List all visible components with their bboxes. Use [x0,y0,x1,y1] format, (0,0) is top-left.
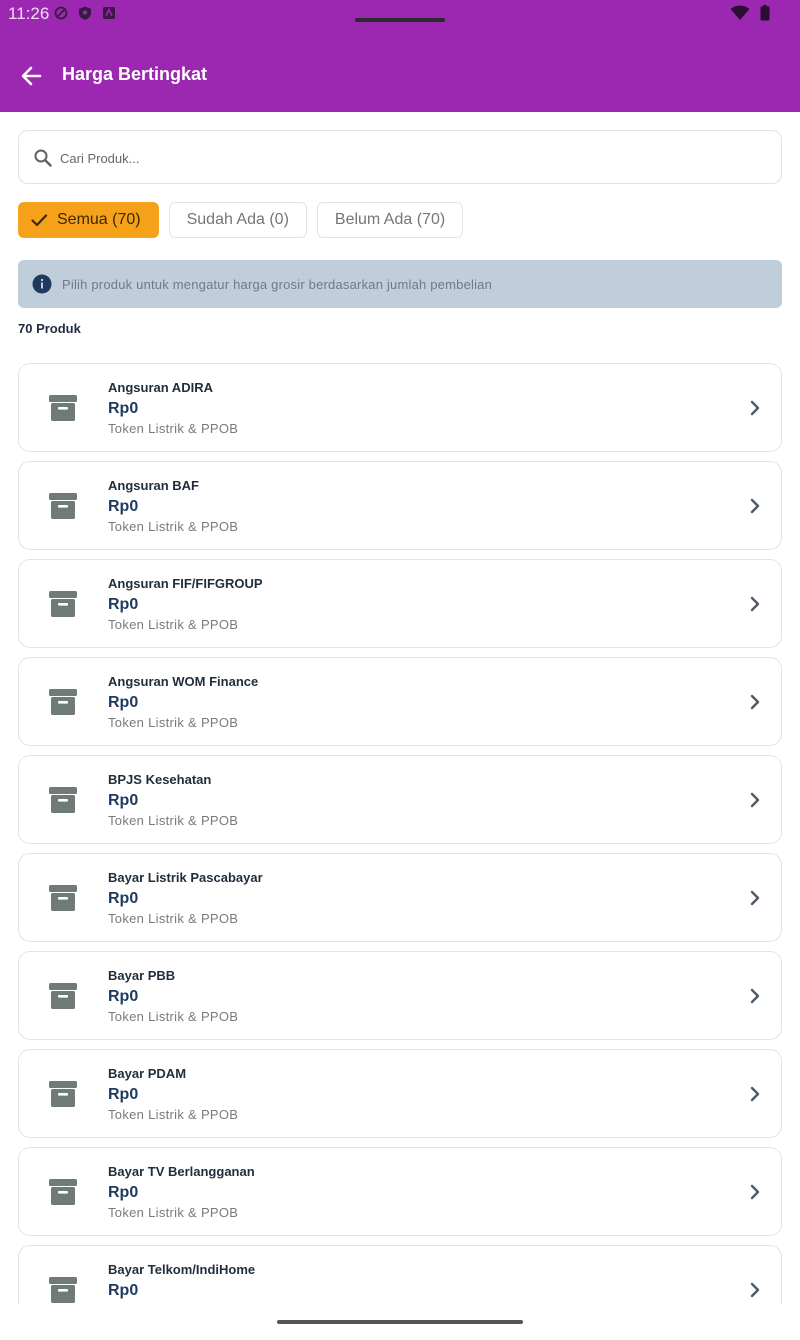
product-category: Token Listrik & PPOB [108,1107,239,1122]
product-card[interactable]: Angsuran WOM Finance Rp0 Token Listrik &… [18,657,782,746]
chevron-right-icon [750,1282,760,1298]
product-price: Rp0 [108,1086,139,1103]
product-card[interactable]: Bayar PDAM Rp0 Token Listrik & PPOB [18,1049,782,1138]
chevron-right-icon [750,890,760,906]
do-not-disturb-icon [54,6,68,20]
archive-box-icon [49,591,77,617]
filter-chips: Semua (70) Sudah Ada (0) Belum Ada (70) [18,202,464,238]
product-name: Bayar Listrik Pascabayar [108,870,263,885]
product-card[interactable]: BPJS Kesehatan Rp0 Token Listrik & PPOB [18,755,782,844]
chevron-right-icon [750,792,760,808]
info-banner: Pilih produk untuk mengatur harga grosir… [18,260,782,308]
product-price: Rp0 [108,792,139,809]
product-price: Rp0 [108,596,139,613]
product-category: Token Listrik & PPOB [108,519,239,534]
app-badge-icon [102,6,116,20]
chevron-right-icon [750,988,760,1004]
product-name: Angsuran BAF [108,478,199,493]
product-category: Token Listrik & PPOB [108,617,239,632]
page-title: Harga Bertingkat [62,64,208,84]
status-notification-icons [54,6,116,20]
status-system-icons [730,5,770,26]
product-name: Angsuran WOM Finance [108,674,259,689]
search-icon [34,149,52,167]
camera-notch [355,18,445,22]
info-banner-text: Pilih produk untuk mengatur harga grosir… [62,276,493,292]
archive-box-icon [49,1179,77,1205]
product-price: Rp0 [108,890,139,907]
product-card[interactable]: Bayar Telkom/IndiHome Rp0 Token Listrik … [18,1245,782,1304]
status-bar: 11:26 [0,0,800,28]
product-card[interactable]: Angsuran ADIRA Rp0 Token Listrik & PPOB [18,363,782,452]
product-category: Token Listrik & PPOB [108,715,239,730]
product-price: Rp0 [108,1282,139,1299]
product-category: Token Listrik & PPOB [108,813,239,828]
product-price: Rp0 [108,694,139,711]
info-icon [32,274,52,294]
product-category: Token Listrik & PPOB [108,1303,238,1304]
archive-box-icon [49,787,77,813]
product-card[interactable]: Angsuran FIF/FIFGROUP Rp0 Token Listrik … [18,559,782,648]
battery-icon [760,5,770,26]
back-button[interactable] [16,62,48,90]
product-name: BPJS Kesehatan [108,772,212,787]
product-name: Angsuran ADIRA [108,380,213,395]
archive-box-icon [49,493,77,519]
chevron-right-icon [750,1184,760,1200]
archive-box-icon [49,885,77,911]
product-card[interactable]: Bayar Listrik Pascabayar Rp0 Token Listr… [18,853,782,942]
filter-chip-label: Belum Ada (70) [334,211,446,228]
app-bar: 11:26 Harga Bertingkat [0,0,800,112]
product-price: Rp0 [108,1184,139,1201]
product-category: Token Listrik & PPOB [108,911,239,926]
arrow-left-icon [21,66,42,86]
archive-box-icon [49,1277,77,1303]
filter-chip-label: Sudah Ada (0) [186,211,289,228]
product-card[interactable]: Angsuran BAF Rp0 Token Listrik & PPOB [18,461,782,550]
product-name: Bayar TV Berlangganan [108,1164,255,1179]
archive-box-icon [49,395,77,421]
archive-box-icon [49,983,77,1009]
product-category: Token Listrik & PPOB [108,421,239,436]
product-name: Bayar PDAM [108,1066,187,1081]
product-price: Rp0 [108,498,139,515]
product-name: Bayar Telkom/IndiHome [108,1262,256,1277]
product-count: 70 Produk [18,321,81,336]
product-category: Token Listrik & PPOB [108,1205,239,1220]
status-time: 11:26 [8,4,50,23]
archive-box-icon [49,689,77,715]
chevron-right-icon [750,498,760,514]
product-card[interactable]: Bayar TV Berlangganan Rp0 Token Listrik … [18,1147,782,1236]
search-input[interactable] [60,145,760,171]
product-category: Token Listrik & PPOB [108,1009,239,1024]
chevron-right-icon [750,694,760,710]
home-indicator[interactable] [277,1320,523,1324]
filter-chip-belum-ada[interactable]: Belum Ada (70) [316,202,464,238]
search-field[interactable] [18,130,782,184]
filter-chip-label: Semua (70) [57,211,141,228]
chevron-right-icon [750,596,760,612]
wifi-icon [730,5,750,26]
check-icon [31,214,48,227]
chevron-right-icon [750,400,760,416]
chevron-right-icon [750,1086,760,1102]
product-price: Rp0 [108,400,139,417]
product-name: Bayar PBB [108,968,176,983]
product-list: Angsuran ADIRA Rp0 Token Listrik & PPOB … [18,363,782,1304]
shield-icon [78,6,92,20]
product-card[interactable]: Bayar PBB Rp0 Token Listrik & PPOB [18,951,782,1040]
filter-chip-semua[interactable]: Semua (70) [18,202,159,238]
product-name: Angsuran FIF/FIFGROUP [108,576,263,591]
archive-box-icon [49,1081,77,1107]
filter-chip-sudah-ada[interactable]: Sudah Ada (0) [168,202,307,238]
product-price: Rp0 [108,988,139,1005]
